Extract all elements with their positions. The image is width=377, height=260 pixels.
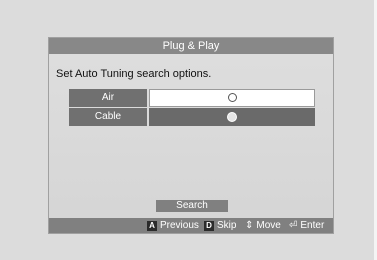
option-air[interactable]: Air: [69, 89, 315, 107]
option-cable-value[interactable]: [149, 108, 315, 126]
dialog-title: Plug & Play: [49, 38, 333, 54]
instruction-text: Set Auto Tuning search options.: [56, 68, 212, 80]
plug-and-play-dialog: Plug & Play Set Auto Tuning search optio…: [48, 37, 334, 234]
footer-hints: A Previous D Skip ⇕ Move ⏎ Enter: [49, 218, 333, 233]
option-cable[interactable]: Cable: [69, 108, 315, 126]
tv-screen-background: Plug & Play Set Auto Tuning search optio…: [0, 0, 377, 260]
hint-previous[interactable]: A Previous: [147, 218, 199, 233]
option-cable-label: Cable: [69, 108, 147, 126]
enter-icon: ⏎: [289, 220, 298, 231]
radio-unselected-icon[interactable]: [228, 93, 237, 102]
a-key-icon: A: [147, 220, 157, 231]
hint-enter-label: Enter: [300, 220, 325, 231]
hint-move-label: Move: [256, 220, 281, 231]
d-key-icon: D: [204, 220, 214, 231]
hint-previous-label: Previous: [160, 220, 199, 231]
hint-skip[interactable]: D Skip: [204, 218, 236, 233]
hint-move: ⇕ Move: [245, 218, 281, 233]
radio-selected-icon[interactable]: [227, 112, 237, 122]
up-down-arrows-icon: ⇕: [245, 220, 254, 231]
hint-enter[interactable]: ⏎ Enter: [289, 218, 324, 233]
hint-skip-label: Skip: [217, 220, 237, 231]
search-button[interactable]: Search: [156, 200, 228, 212]
tuning-options: Air Cable: [69, 89, 315, 127]
option-air-value[interactable]: [149, 89, 315, 107]
option-air-label: Air: [69, 89, 147, 107]
